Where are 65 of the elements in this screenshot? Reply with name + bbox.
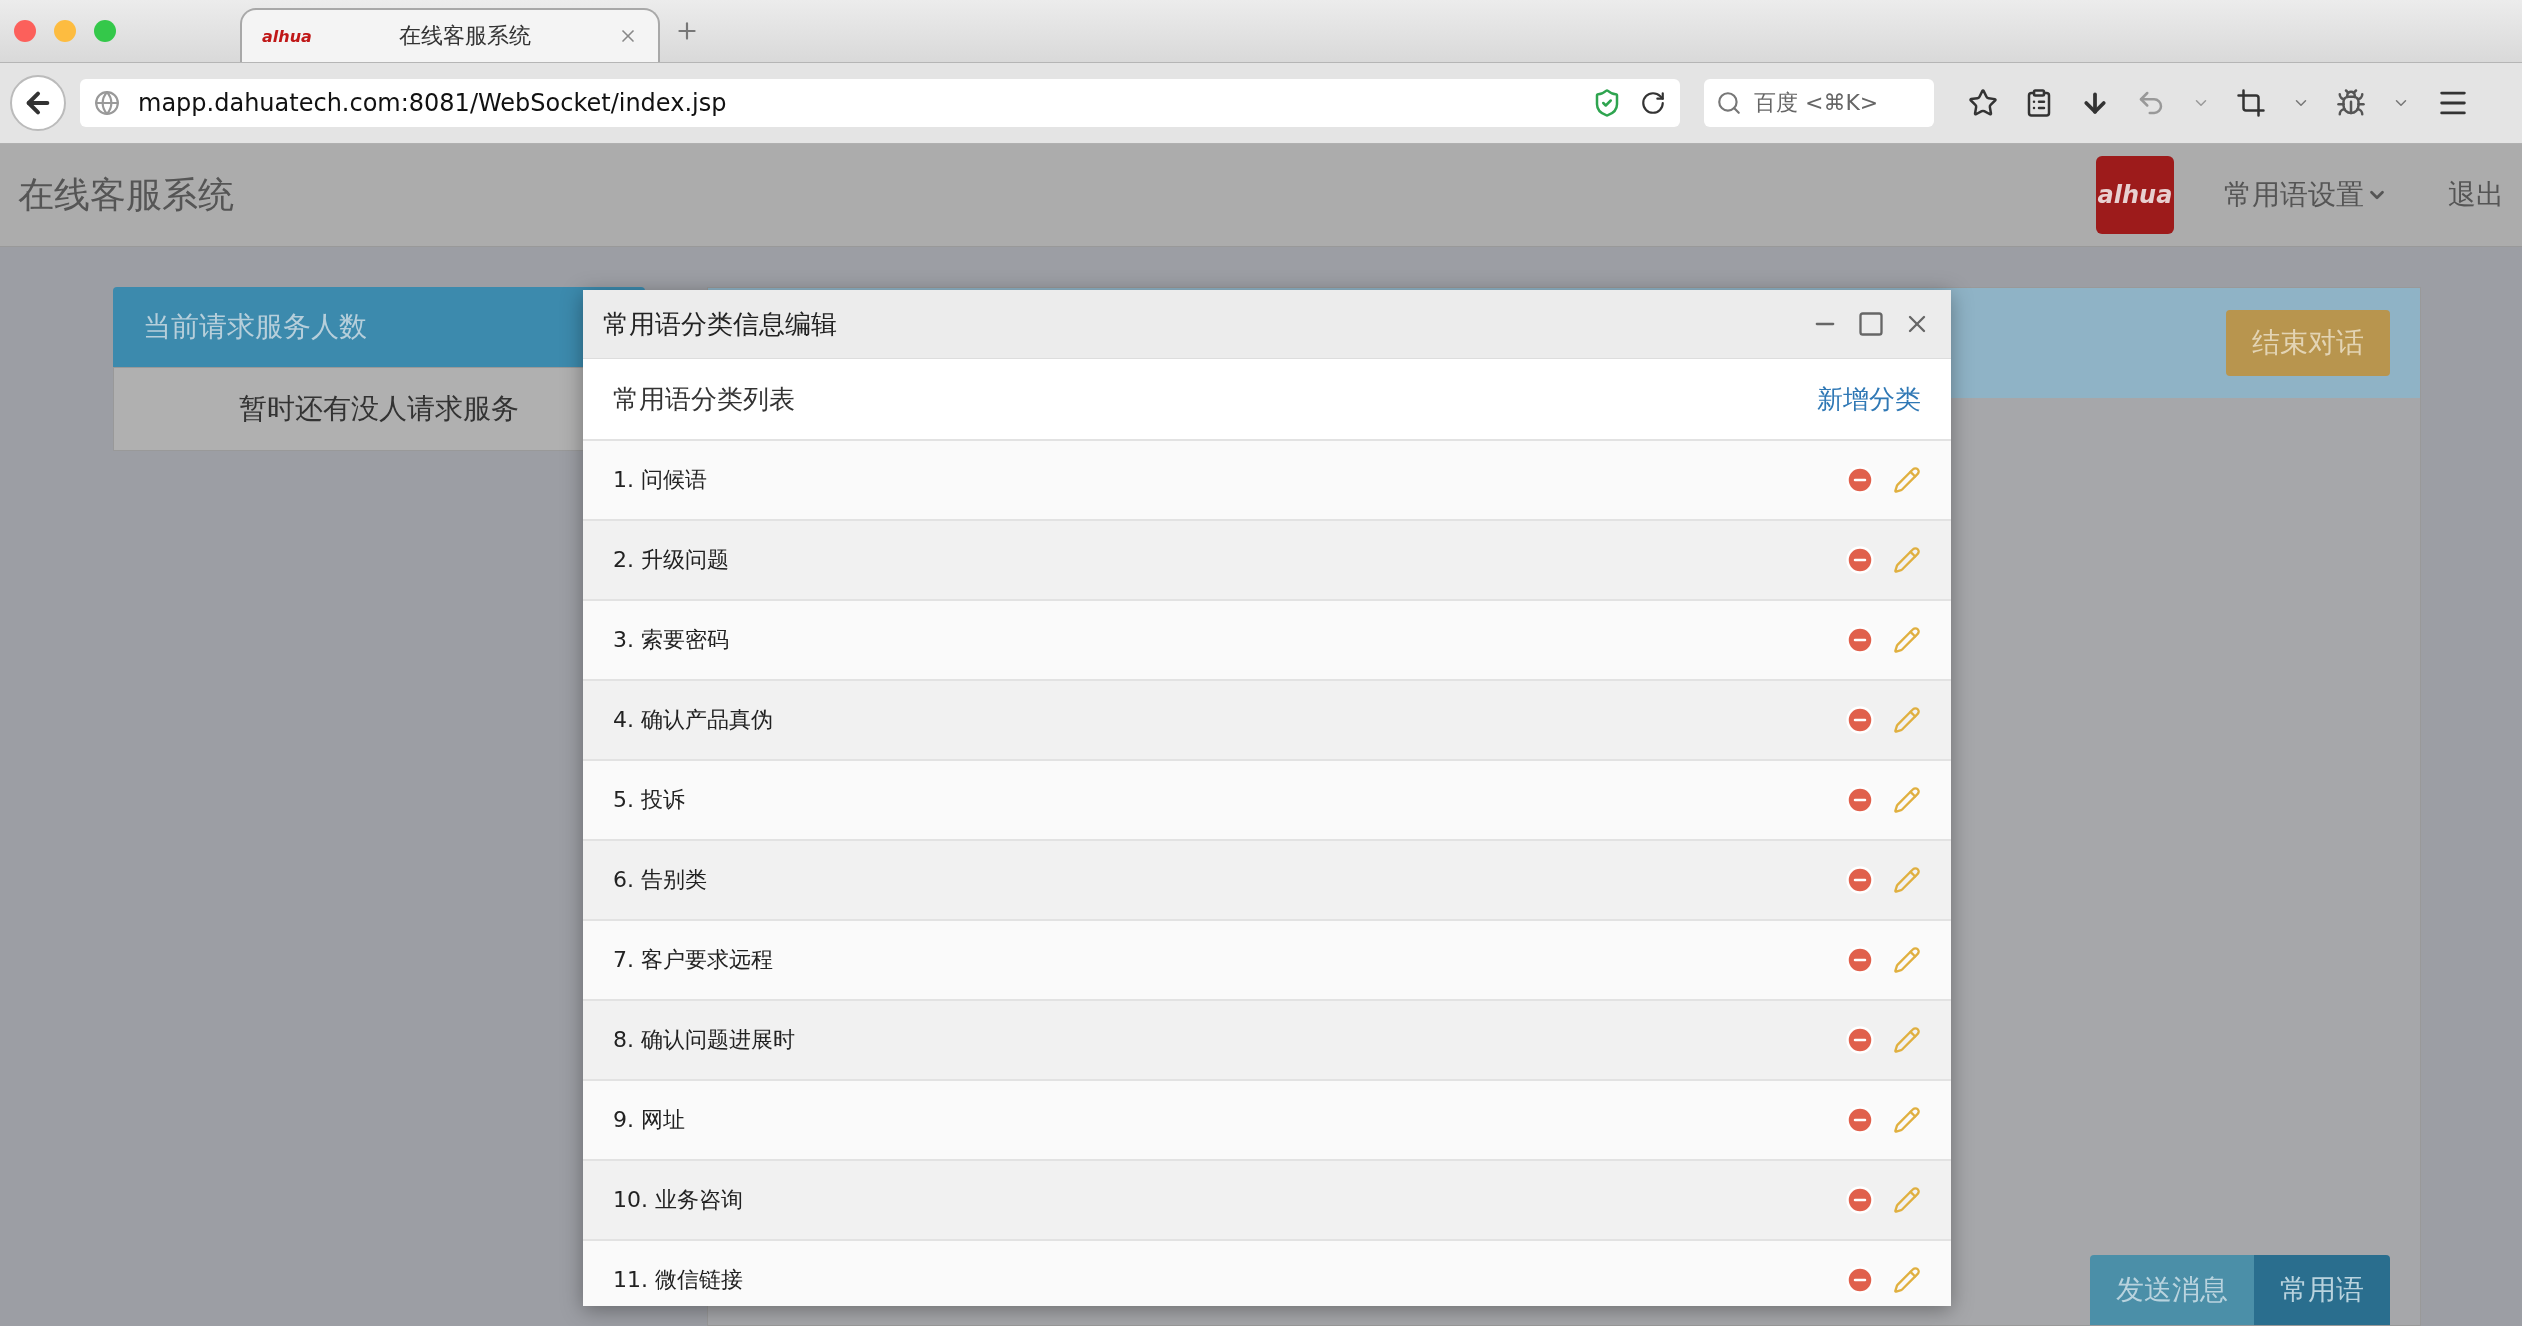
browser-tab[interactable]: alhua 在线客服系统 [240,8,660,62]
add-category-link[interactable]: 新增分类 [1817,381,1921,417]
edit-button[interactable] [1893,706,1921,734]
edit-button[interactable] [1893,1106,1921,1134]
category-row[interactable]: 10. 业务咨询 [583,1161,1951,1241]
category-row[interactable]: 3. 索要密码 [583,601,1951,681]
category-row[interactable]: 7. 客户要求远程 [583,921,1951,1001]
reload-icon[interactable] [1640,90,1666,116]
delete-button[interactable] [1845,785,1875,815]
edit-button[interactable] [1893,1026,1921,1054]
category-row[interactable]: 6. 告别类 [583,841,1951,921]
edit-button[interactable] [1893,1186,1921,1214]
delete-button[interactable] [1845,945,1875,975]
url-text: mapp.dahuatech.com:8081/WebSocket/index.jsp [138,89,728,117]
search-field[interactable]: 百度 <⌘K> [1704,79,1934,127]
category-label: 10. 业务咨询 [613,1186,744,1214]
category-label: 4. 确认产品真伪 [613,706,774,734]
delete-button[interactable] [1845,1265,1875,1295]
delete-button[interactable] [1845,865,1875,895]
category-label: 5. 投诉 [613,786,686,814]
close-window-icon[interactable] [14,20,36,42]
category-label: 1. 问候语 [613,466,708,494]
category-row[interactable]: 1. 问候语 [583,441,1951,521]
search-icon [1716,90,1742,116]
delete-button[interactable] [1845,1185,1875,1215]
category-label: 11. 微信链接 [613,1266,744,1294]
edit-button[interactable] [1893,466,1921,494]
category-label: 9. 网址 [613,1106,686,1134]
category-row[interactable]: 2. 升级问题 [583,521,1951,601]
delete-button[interactable] [1845,625,1875,655]
edit-button[interactable] [1893,786,1921,814]
globe-icon [94,90,120,116]
category-label: 3. 索要密码 [613,626,730,654]
address-bar[interactable]: mapp.dahuatech.com:8081/WebSocket/index.jsp [80,79,1680,127]
dialog-title: 常用语分类信息编辑 [603,307,838,341]
delete-button[interactable] [1845,545,1875,575]
tab-favicon: alhua [262,26,312,46]
bookmark-star-icon[interactable] [1968,88,1998,118]
delete-button[interactable] [1845,1025,1875,1055]
category-row[interactable]: 4. 确认产品真伪 [583,681,1951,761]
category-row[interactable]: 8. 确认问题进展时 [583,1001,1951,1081]
app-title: 在线客服系统 [18,172,235,217]
category-label: 2. 升级问题 [613,546,730,574]
edit-button[interactable] [1893,546,1921,574]
category-label: 6. 告别类 [613,866,708,894]
logo: alhua [2096,156,2174,234]
delete-button[interactable] [1845,705,1875,735]
category-label: 8. 确认问题进展时 [613,1026,796,1054]
bug-icon[interactable] [2336,88,2366,118]
back-button[interactable] [10,75,66,131]
edit-button[interactable] [1893,946,1921,974]
edit-button[interactable] [1893,626,1921,654]
tab-title: 在线客服系统 [397,22,532,50]
crop-icon[interactable] [2236,88,2266,118]
search-placeholder: 百度 <⌘K> [1754,89,1879,117]
category-row[interactable]: 9. 网址 [583,1081,1951,1161]
category-row[interactable]: 5. 投诉 [583,761,1951,841]
category-label: 7. 客户要求远程 [613,946,774,974]
maximize-icon[interactable] [1857,310,1885,338]
delete-button[interactable] [1845,1105,1875,1135]
delete-button[interactable] [1845,465,1875,495]
phrases-button[interactable]: 常用语 [2254,1255,2390,1325]
edit-button[interactable] [1893,1266,1921,1294]
edit-button[interactable] [1893,866,1921,894]
category-row[interactable]: 11. 微信链接 [583,1241,1951,1306]
